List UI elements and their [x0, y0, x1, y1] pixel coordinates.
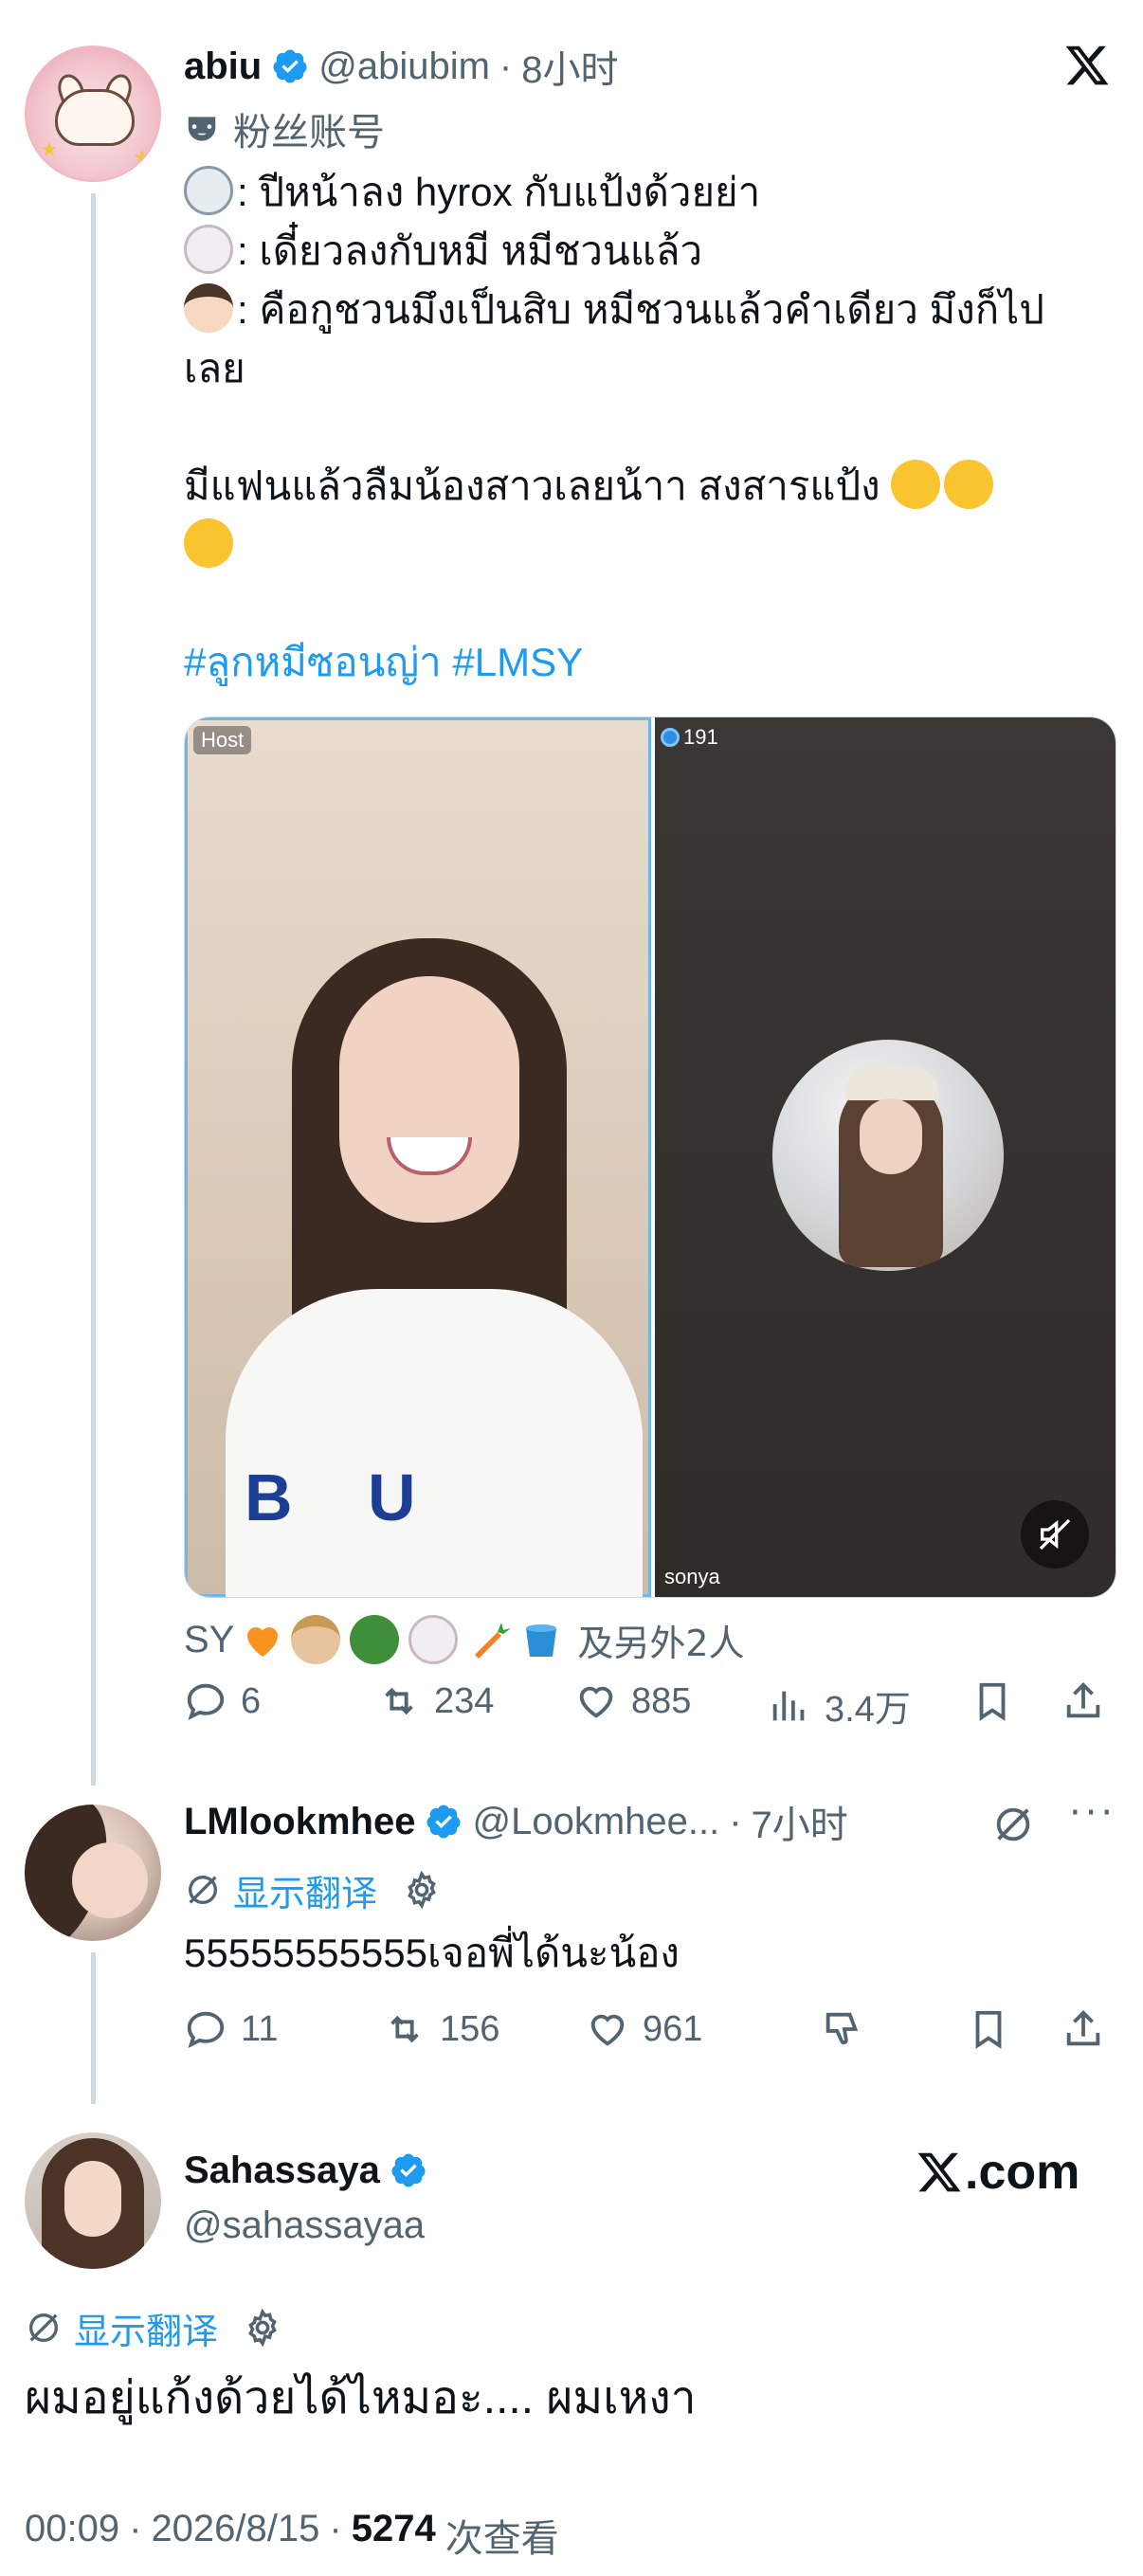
handle[interactable]: @Lookmhee... — [472, 1801, 719, 1843]
reactions-prefix: SY — [184, 1618, 235, 1660]
girl-face-icon — [184, 283, 233, 333]
host-tag: Host — [193, 726, 252, 754]
live-dot-icon — [661, 728, 680, 747]
views-label: 次查看 — [444, 2517, 559, 2561]
focused-header: Sahassaya — [184, 2144, 427, 2197]
avatar[interactable]: ★ ★ — [25, 45, 161, 182]
x-com-watermark: .com — [916, 2144, 1080, 2201]
focused-tweet-text: ผมอยู่แก้งด้วยได้ไหมอะ.... ผมเหงา — [25, 2373, 697, 2423]
verified-badge-icon — [391, 2153, 426, 2187]
views-chart-icon — [772, 1691, 805, 1720]
guest-name: sonya — [664, 1565, 720, 1588]
mask-icon — [188, 117, 216, 141]
share-icon — [1066, 1682, 1100, 1718]
handle[interactable]: @sahassayaa — [184, 2204, 425, 2247]
like-button[interactable]: 961 — [586, 2007, 702, 2051]
bucket-emoji-icon — [526, 1624, 557, 1657]
more-options-icon[interactable]: ··· — [1069, 1791, 1116, 1835]
translate-icon — [189, 1876, 217, 1904]
rofl-emoji-icon — [891, 460, 941, 509]
like-button[interactable]: 885 — [574, 1679, 691, 1723]
fan-account-label: 粉丝账号 — [233, 111, 385, 154]
display-name[interactable]: Sahassaya — [184, 2150, 380, 2192]
gear-icon[interactable] — [402, 1870, 442, 1910]
tweet-time: 00:09 — [25, 2508, 120, 2549]
fan-account-row: 粉丝账号 — [184, 102, 385, 155]
display-name[interactable]: LMlookmhee — [184, 1801, 415, 1843]
carrot-emoji-icon — [475, 1623, 512, 1659]
speaker-muted-icon — [1039, 1518, 1071, 1551]
tweet-meta: 00:09 · 2026/8/15 · 5274 次查看 — [25, 2508, 559, 2561]
tweet-date: 2026/8/15 — [151, 2508, 320, 2549]
translate-icon — [29, 2313, 58, 2342]
heart-icon — [590, 2014, 625, 2046]
retweet-button[interactable]: 156 — [383, 2007, 499, 2051]
reactions-row[interactable]: SY 及另外2人 — [184, 1613, 745, 1666]
host-video-pane: B U Host — [185, 717, 651, 1597]
x-logo-icon[interactable] — [1061, 42, 1113, 89]
tweet-line: : คือกูชวนมึงเป็นสิบ หมีชวนแล้วคำเดียว ม… — [184, 281, 1122, 339]
thread-line — [91, 193, 96, 1786]
rabbit-face-icon — [184, 225, 233, 274]
avatar[interactable] — [25, 2132, 161, 2269]
rabbit-face-icon — [408, 1615, 459, 1664]
verified-badge-icon — [426, 1805, 461, 1839]
avatar[interactable] — [25, 1805, 161, 1941]
bookmark-button[interactable] — [967, 2007, 1010, 2051]
verified-badge-icon — [273, 49, 307, 83]
tweet-text: : ปีหน้าลง hyrox กับแป้งด้วยย่า : เดี๋ยว… — [184, 163, 1122, 692]
views-count: 5274 — [351, 2508, 436, 2549]
translate-icon[interactable] — [991, 1803, 1035, 1846]
rofl-emoji-icon — [944, 460, 994, 509]
bookmark-button[interactable] — [971, 1679, 1014, 1723]
rofl-emoji-icon — [184, 518, 233, 568]
x-logo-icon — [917, 2152, 961, 2192]
views-button[interactable]: 3.4万 — [768, 1679, 911, 1732]
thumbs-down-icon — [826, 2012, 859, 2045]
heart-icon — [579, 1686, 613, 1718]
translate-row[interactable]: 显示翻译 — [25, 2301, 282, 2354]
share-button[interactable] — [1061, 1679, 1105, 1723]
viewer-count: 191 — [661, 725, 718, 750]
retweet-button[interactable]: 234 — [377, 1679, 494, 1723]
guest-video-pane: 191 sonya — [655, 717, 1116, 1597]
tweet-line: มีแฟนแล้วลืมน้องสาวเลยน้าา สงสารแป้ง — [184, 457, 1122, 516]
mute-button[interactable] — [1021, 1500, 1089, 1569]
retweet-icon — [390, 2015, 419, 2043]
timestamp[interactable]: 8小时 — [521, 39, 618, 94]
farmer-emoji-icon — [291, 1615, 341, 1664]
reply-button[interactable]: 11 — [184, 2007, 278, 2051]
tweet-line: : เดี๋ยวลงกับหมี หมีชวนแล้ว — [184, 222, 1122, 281]
tweet-media-video[interactable]: B U Host 191 sonya — [184, 717, 1116, 1598]
show-translation-link[interactable]: 显示翻译 — [233, 1864, 377, 1916]
display-name[interactable]: abiu — [184, 45, 262, 88]
share-button[interactable] — [1061, 2007, 1105, 2051]
timestamp[interactable]: 7小时 — [752, 1794, 848, 1849]
shirt-print: B U — [245, 1460, 444, 1534]
guest-avatar — [772, 1040, 1004, 1271]
bookmark-icon — [975, 2010, 1002, 2049]
reactions-suffix: 及另外2人 — [577, 1622, 745, 1664]
speech-bubble-icon — [184, 166, 233, 215]
thread-line — [91, 1952, 96, 2104]
reply-text: 55555555555เจอพี่ได้นะน้อง — [184, 1931, 680, 1975]
reply-icon — [187, 2011, 225, 2049]
gear-icon[interactable] — [243, 2308, 282, 2348]
translate-row[interactable]: 显示翻译 — [184, 1863, 442, 1916]
reply-header: LMlookmhee @Lookmhee... · 7小时 — [184, 1795, 848, 1848]
bookmark-icon — [979, 1682, 1006, 1721]
orange-heart-icon — [247, 1627, 279, 1657]
handle[interactable]: @abiubim — [318, 45, 490, 88]
broccoli-emoji-icon — [350, 1615, 400, 1664]
show-translation-link[interactable]: 显示翻译 — [74, 2302, 218, 2354]
tweet-header: abiu @abiubim · 8小时 — [184, 40, 619, 93]
tweet-line: : ปีหน้าลง hyrox กับแป้งด้วยย่า — [184, 163, 1122, 222]
retweet-icon — [385, 1687, 413, 1715]
reply-icon — [187, 1683, 225, 1721]
reply-button[interactable]: 6 — [184, 1679, 261, 1723]
share-icon — [1066, 2010, 1100, 2046]
hashtags[interactable]: #ลูกหมีซอนญ่า #LMSY — [184, 633, 1122, 692]
tweet-line: เลย — [184, 346, 245, 390]
dislike-button[interactable] — [821, 2007, 864, 2051]
